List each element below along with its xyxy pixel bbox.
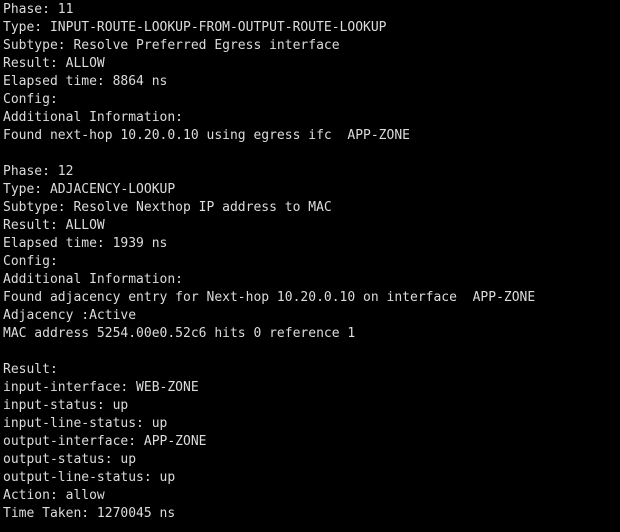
phase-11-additional-info-label: Additional Information: <box>3 110 184 125</box>
result-input-status: input-status: up <box>3 398 129 413</box>
phase-11-subtype: Subtype: Resolve Preferred Egress interf… <box>3 38 340 53</box>
phase-12-result: Result: ALLOW <box>3 218 105 233</box>
phase-11-result: Result: ALLOW <box>3 56 105 71</box>
result-action: Action: allow <box>3 488 105 503</box>
phase-12-header: Phase: 12 <box>3 164 74 179</box>
result-output-interface: output-interface: APP-ZONE <box>3 434 207 449</box>
phase-12-adjacency-status: Adjacency :Active <box>3 308 137 323</box>
result-header: Result: <box>3 362 58 377</box>
phase-11-config: Config: <box>3 92 58 107</box>
result-time-taken: Time Taken: 1270045 ns <box>3 506 176 521</box>
phase-12-type: Type: ADJACENCY-LOOKUP <box>3 182 176 197</box>
result-output-line-status: output-line-status: up <box>3 470 176 485</box>
phase-12-config: Config: <box>3 254 58 269</box>
phase-11-additional-info: Found next-hop 10.20.0.10 using egress i… <box>3 128 410 143</box>
phase-11-elapsed-time: Elapsed time: 8864 ns <box>3 74 168 89</box>
phase-12-additional-info-label: Additional Information: <box>3 272 184 287</box>
terminal-output[interactable]: Phase: 11 Type: INPUT-ROUTE-LOOKUP-FROM-… <box>0 0 620 532</box>
phase-11-type: Type: INPUT-ROUTE-LOOKUP-FROM-OUTPUT-ROU… <box>3 20 387 35</box>
phase-12-elapsed-time: Elapsed time: 1939 ns <box>3 236 168 251</box>
result-input-line-status: input-line-status: up <box>3 416 168 431</box>
phase-11-header: Phase: 11 <box>3 2 74 17</box>
result-output-status: output-status: up <box>3 452 137 467</box>
phase-12-adjacency-entry: Found adjacency entry for Next-hop 10.20… <box>3 290 536 305</box>
phase-12-mac-address: MAC address 5254.00e0.52c6 hits 0 refere… <box>3 326 356 341</box>
result-input-interface: input-interface: WEB-ZONE <box>3 380 199 395</box>
phase-12-subtype: Subtype: Resolve Nexthop IP address to M… <box>3 200 332 215</box>
